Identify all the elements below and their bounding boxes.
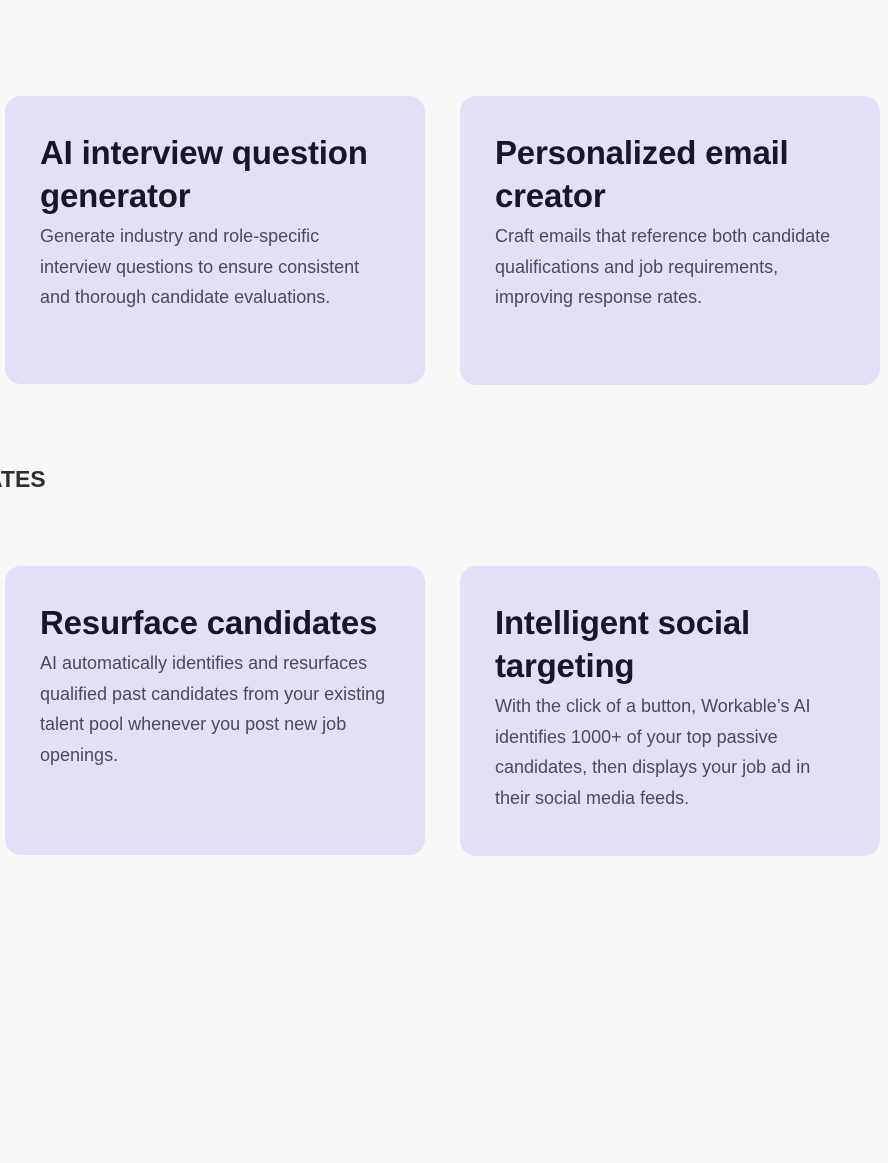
- feature-card-ai-interview-question-generator: AI interview question generator Generate…: [5, 96, 425, 384]
- feature-card-resurface-candidates: Resurface candidates AI automatically id…: [5, 566, 425, 855]
- card-title: Intelligent social targeting: [495, 604, 750, 684]
- card-description: Craft emails that reference both candida…: [495, 226, 831, 307]
- card-title: Resurface candidates: [40, 604, 378, 641]
- feature-card-intelligent-social-targeting: Intelligent social targeting With the cl…: [460, 566, 880, 856]
- section-heading: ATES: [0, 466, 46, 492]
- card-title: Personalized email creator: [495, 134, 789, 214]
- card-description: With the click of a button, Workable’s A…: [495, 696, 811, 808]
- feature-card-personalized-email-creator: Personalized email creator Craft emails …: [460, 96, 880, 385]
- card-description: AI automatically identifies and resurfac…: [40, 653, 386, 765]
- card-description: Generate industry and role-specific inte…: [40, 226, 360, 307]
- card-title: AI interview question generator: [40, 134, 368, 214]
